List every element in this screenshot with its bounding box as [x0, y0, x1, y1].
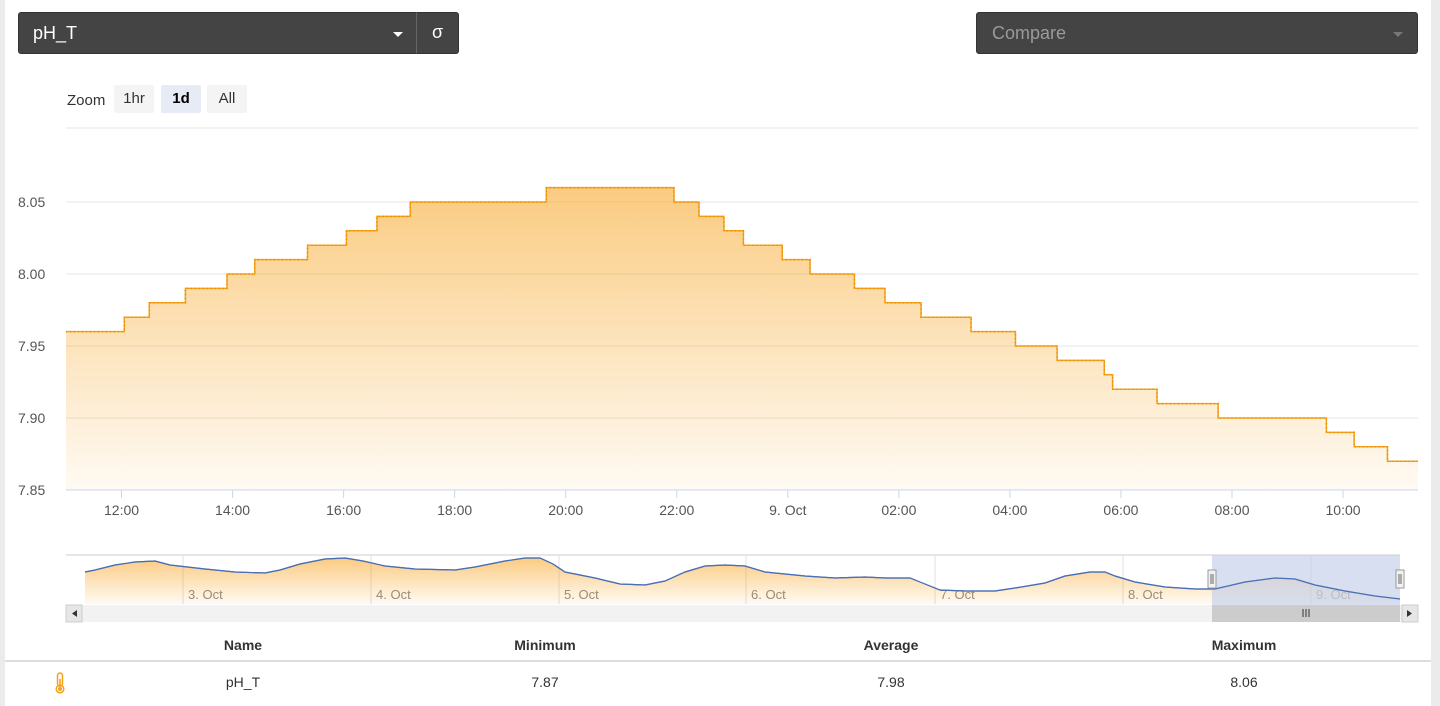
- x-tick-label: 14:00: [215, 502, 250, 518]
- header-maximum: Maximum: [1211, 637, 1277, 653]
- row-maximum: 8.06: [1230, 674, 1258, 690]
- header-minimum: Minimum: [514, 637, 576, 653]
- row-minimum: 7.87: [531, 674, 559, 690]
- y-tick-label: 7.90: [18, 410, 45, 426]
- navigator-handle-body: [1395, 569, 1405, 589]
- table-row: pH_T 7.87 7.98 8.06: [5, 664, 1431, 704]
- y-tick-label: 8.00: [18, 266, 45, 282]
- x-tick-label: 06:00: [1103, 502, 1138, 518]
- x-tick-label: 02:00: [881, 502, 916, 518]
- x-tick-label: 22:00: [659, 502, 694, 518]
- y-tick-label: 7.95: [18, 338, 45, 354]
- ph-series[interactable]: [66, 186, 1418, 490]
- x-tick-label: 18:00: [437, 502, 472, 518]
- chart-panel: pH_T σ Compare Zoom 1hr 1d All 8.05 8.00 7…: [5, 0, 1431, 706]
- x-axis: 12:00 14:00 16:00 18:00 20:00 22:00 9. Oct 02:0…: [104, 490, 1361, 518]
- x-tick-label: 20:00: [548, 502, 583, 518]
- navigator-scrollbar[interactable]: [65, 604, 1419, 623]
- row-name: pH_T: [225, 674, 261, 690]
- x-tick-label: 08:00: [1214, 502, 1249, 518]
- x-tick-label: 12:00: [104, 502, 139, 518]
- y-tick-label: 8.05: [18, 194, 45, 210]
- navigator-handle[interactable]: [1207, 569, 1217, 589]
- stats-header-row: Name Minimum Average Maximum: [5, 630, 1431, 662]
- ph-chart: 8.05 8.00 7.95 7.90 7.85 12:00 14:00 16:00 18:0…: [18, 127, 1419, 623]
- x-tick-label: 9. Oct: [769, 502, 806, 518]
- x-tick-label: 16:00: [326, 502, 361, 518]
- navigator[interactable]: 3. Oct4. Oct5. Oct6. Oct7. Oct8. Oct9. O…: [65, 554, 1419, 623]
- thermometer-icon: [53, 672, 67, 697]
- x-tick-label: 10:00: [1326, 502, 1361, 518]
- y-axis: 8.05 8.00 7.95 7.90 7.85: [18, 194, 45, 498]
- x-tick-label: 04:00: [992, 502, 1027, 518]
- header-name: Name: [223, 637, 263, 653]
- row-average: 7.98: [877, 674, 905, 690]
- header-average: Average: [863, 637, 919, 653]
- series-area: [66, 187, 1418, 490]
- navigator-handle[interactable]: [1395, 569, 1405, 589]
- y-tick-label: 7.85: [18, 482, 45, 498]
- navigator-area: [85, 558, 1400, 604]
- navigator-handle-body: [1207, 569, 1217, 589]
